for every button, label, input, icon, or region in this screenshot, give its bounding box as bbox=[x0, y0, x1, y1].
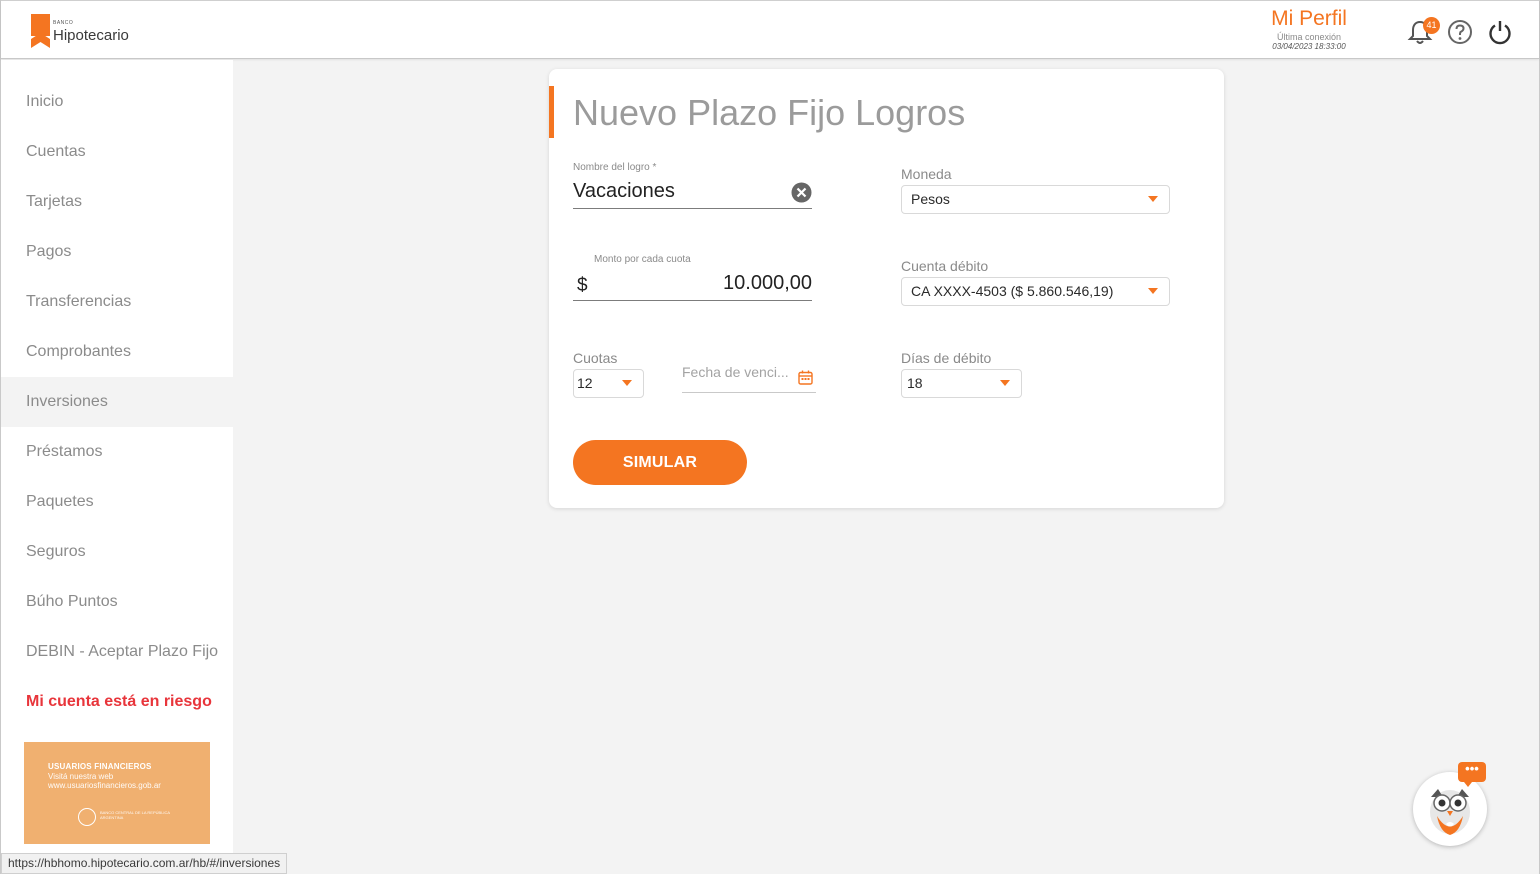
sidebar-item-tarjetas[interactable]: Tarjetas bbox=[1, 177, 233, 227]
currency-symbol: $ bbox=[577, 275, 588, 296]
chevron-down-icon bbox=[622, 380, 632, 386]
sidebar-item-cuentas[interactable]: Cuentas bbox=[1, 127, 233, 177]
sidebar: Inicio Cuentas Tarjetas Pagos Transferen… bbox=[1, 60, 233, 874]
chatbot-button[interactable] bbox=[1413, 772, 1487, 846]
sidebar-item-account-risk[interactable]: Mi cuenta está en riesgo bbox=[1, 677, 233, 727]
banner-footer: BANCO CENTRAL DE LA REPÚBLICA ARGENTINA bbox=[100, 810, 170, 820]
calendar-icon[interactable] bbox=[798, 370, 813, 385]
sidebar-item-paquetes[interactable]: Paquetes bbox=[1, 477, 233, 527]
goal-name-value: Vacaciones bbox=[573, 180, 675, 202]
clear-icon[interactable] bbox=[791, 182, 812, 203]
simulate-button[interactable]: SIMULAR bbox=[573, 440, 747, 485]
page-title: Nuevo Plazo Fijo Logros bbox=[573, 92, 966, 133]
chevron-down-icon bbox=[1148, 196, 1158, 202]
chevron-down-icon bbox=[1000, 380, 1010, 386]
help-icon[interactable] bbox=[1446, 18, 1474, 46]
currency-select[interactable]: Pesos bbox=[901, 185, 1170, 214]
sidebar-item-prestamos[interactable]: Préstamos bbox=[1, 427, 233, 477]
debit-days-value: 18 bbox=[907, 375, 923, 391]
top-header: BANCO Hipotecario Mi Perfil Última conex… bbox=[1, 0, 1539, 59]
banner-line1: Visitá nuestra web bbox=[48, 772, 114, 781]
debit-days-select[interactable]: 18 bbox=[901, 369, 1022, 398]
profile-link[interactable]: Mi Perfil bbox=[1259, 7, 1359, 31]
brand-small-text: BANCO bbox=[53, 20, 74, 26]
debit-account-label: Cuenta débito bbox=[901, 258, 989, 274]
amount-label: Monto por cada cuota bbox=[594, 254, 691, 265]
sidebar-item-pagos[interactable]: Pagos bbox=[1, 227, 233, 277]
installments-select[interactable]: 12 bbox=[573, 369, 644, 398]
due-date-field[interactable]: Fecha de venci... bbox=[682, 359, 816, 393]
new-fixed-term-card: Nuevo Plazo Fijo Logros Nombre del logro… bbox=[549, 69, 1224, 508]
due-date-placeholder: Fecha de venci... bbox=[682, 364, 789, 380]
debit-account-select[interactable]: CA XXXX-4503 ($ 5.860.546,19) bbox=[901, 277, 1170, 306]
currency-label: Moneda bbox=[901, 166, 952, 182]
amount-value: 10.000,00 bbox=[723, 272, 812, 294]
currency-value: Pesos bbox=[911, 191, 950, 207]
last-login-date: 03/04/2023 18:33:00 bbox=[1272, 42, 1346, 51]
sidebar-item-transferencias[interactable]: Transferencias bbox=[1, 277, 233, 327]
installments-label: Cuotas bbox=[573, 350, 618, 366]
bcra-seal-icon bbox=[78, 808, 96, 826]
browser-status-url: https://hbhomo.hipotecario.com.ar/hb/#/i… bbox=[1, 853, 288, 874]
sidebar-item-inicio[interactable]: Inicio bbox=[1, 77, 233, 127]
banner-title: USUARIOS FINANCIEROS bbox=[48, 762, 152, 771]
last-login-label: Última conexión bbox=[1276, 32, 1342, 42]
profile-block[interactable]: Mi Perfil Última conexión 03/04/2023 18:… bbox=[1259, 7, 1359, 51]
notifications-badge: 41 bbox=[1423, 17, 1440, 34]
brand-name: Hipotecario bbox=[53, 27, 129, 44]
sidebar-item-inversiones[interactable]: Inversiones bbox=[1, 377, 233, 427]
sidebar-item-buho-puntos[interactable]: Búho Puntos bbox=[1, 577, 233, 627]
chat-bubble-icon[interactable]: ••• bbox=[1458, 762, 1486, 787]
sidebar-item-comprobantes[interactable]: Comprobantes bbox=[1, 327, 233, 377]
sidebar-item-seguros[interactable]: Seguros bbox=[1, 527, 233, 577]
banner-line2: www.usuariosfinancieros.gob.ar bbox=[48, 781, 161, 790]
amount-field[interactable]: $ 10.000,00 bbox=[573, 267, 812, 301]
goal-name-label: Nombre del logro * bbox=[573, 162, 657, 173]
installments-value: 12 bbox=[577, 375, 593, 391]
owl-mascot-icon bbox=[1430, 789, 1470, 835]
debit-account-value: CA XXXX-4503 ($ 5.860.546,19) bbox=[911, 283, 1114, 299]
usuarios-financieros-banner[interactable]: USUARIOS FINANCIEROS Visitá nuestra web … bbox=[24, 742, 210, 844]
title-accent-bar bbox=[549, 86, 554, 138]
bank-logo[interactable]: BANCO Hipotecario bbox=[31, 14, 141, 50]
power-icon[interactable] bbox=[1486, 18, 1514, 46]
chevron-down-icon bbox=[1148, 288, 1158, 294]
debit-days-label: Días de débito bbox=[901, 350, 992, 366]
sidebar-item-debin[interactable]: DEBIN - Aceptar Plazo Fijo bbox=[1, 627, 233, 677]
goal-name-field[interactable]: Vacaciones bbox=[573, 175, 812, 209]
logo-mark-icon bbox=[31, 14, 50, 48]
